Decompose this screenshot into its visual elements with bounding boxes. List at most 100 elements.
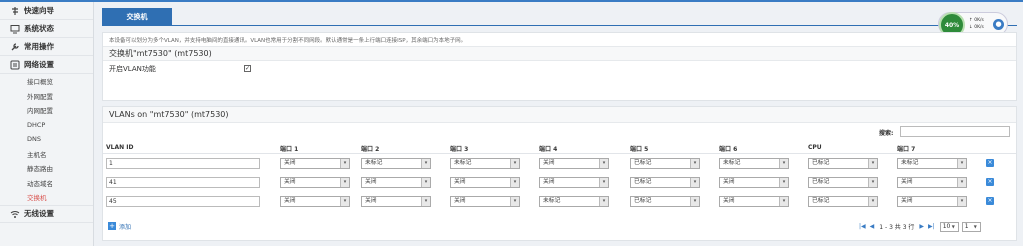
vlan-id-input[interactable]: 1 [106, 158, 260, 169]
monitor-icon [10, 24, 20, 34]
chevron-down-icon: ▾ [868, 178, 877, 187]
port-mode-select[interactable]: 未标记 ▾ [897, 158, 967, 169]
sidebar-section-label: 网络设置 [24, 60, 54, 69]
vlan-panel: VLANs on "mt7530" (mt7530) 搜索: VLAN ID 端口… [102, 106, 1017, 241]
port-mode-select[interactable]: 关闭 ▾ [897, 177, 967, 188]
sidebar-item[interactable]: 内网配置 [0, 103, 93, 118]
chevron-down-icon: ▾ [779, 178, 788, 187]
port-mode-select[interactable]: 关闭 ▾ [361, 196, 431, 207]
chevron-down-icon: ▾ [599, 159, 608, 168]
chevron-down-icon: ▾ [690, 159, 699, 168]
enable-vlan-label: 开启VLAN功能 [109, 65, 156, 73]
port-mode-select[interactable]: 未标记 ▾ [719, 158, 789, 169]
sidebar-item[interactable]: 静态路由 [0, 161, 93, 176]
column-header: 端口 7 [897, 146, 916, 153]
sidebar-section-label: 快速向导 [24, 6, 54, 15]
prev-page-icon[interactable]: ◀ [870, 223, 875, 230]
tab-underline [102, 25, 1017, 26]
chevron-down-icon: ▾ [779, 197, 788, 206]
tab-switch[interactable]: 交换机 [102, 8, 172, 25]
chevron-down-icon: ▾ [868, 197, 877, 206]
chevron-down-icon: ▾ [957, 159, 966, 168]
upload-speed: ↑ 0K/s [969, 18, 984, 23]
chevron-down-icon: ▾ [340, 178, 349, 187]
chevron-down-icon: ▾ [510, 159, 519, 168]
chevron-down-icon: ▾ [599, 197, 608, 206]
sidebar-item[interactable]: DNS [0, 132, 93, 147]
page-select[interactable]: 1 ▼ [961, 221, 981, 232]
sidebar-item[interactable]: 接口概览 [0, 74, 93, 89]
pagination: |◀ ◀ 1 - 3 共 3 行 ▶ ▶| 10 ▼ 1 ▼ [857, 221, 981, 232]
sidebar-item[interactable]: 主机名 [0, 147, 93, 162]
sidebar-section-system-status[interactable]: 系统状态 [0, 20, 93, 38]
vlan-id-input[interactable]: 45 [106, 196, 260, 207]
search-input[interactable] [900, 126, 1010, 137]
vlan-id-input[interactable]: 41 [106, 177, 260, 188]
globe-icon[interactable]: ● [993, 19, 1004, 30]
port-mode-select[interactable]: 未标记 ▾ [450, 158, 520, 169]
chevron-down-icon: ▾ [510, 197, 519, 206]
chevron-down-icon: ▾ [421, 159, 430, 168]
port-mode-select[interactable]: 已标记 ▾ [630, 158, 700, 169]
column-header: 端口 2 [361, 146, 380, 153]
sidebar-section-wireless[interactable]: 无线设置 [0, 204, 93, 223]
sidebar: 快速向导 系统状态 常用操作 网络设置 接口概览 外网配置 内网配置 DHCP DNS 主… [0, 2, 94, 246]
delete-row-icon[interactable]: × [986, 197, 994, 205]
next-page-icon[interactable]: ▶ [919, 223, 924, 230]
enable-vlan-checkbox[interactable]: ✓ [244, 65, 251, 72]
column-header: 端口 3 [450, 146, 469, 153]
switch-panel: 本设备可以划分为多个VLAN，并支持电脑间的直接通讯。VLAN也常用于分割不同网… [102, 32, 1017, 101]
page-size-select[interactable]: 10 ▼ [939, 221, 959, 232]
sidebar-section-quick-guide[interactable]: 快速向导 [0, 2, 93, 20]
port-mode-select[interactable]: 关闭 ▾ [539, 177, 609, 188]
switch-title: 交换机"mt7530" (mt7530) [103, 47, 1016, 61]
sidebar-section-label: 常用操作 [24, 42, 54, 51]
network-icon [10, 60, 20, 70]
port-mode-select[interactable]: 关闭 ▾ [280, 158, 350, 169]
port-mode-select[interactable]: 关闭 ▾ [280, 177, 350, 188]
sidebar-section-label: 无线设置 [24, 209, 54, 218]
chevron-down-icon: ▾ [510, 178, 519, 187]
switch-description: 本设备可以划分为多个VLAN，并支持电脑间的直接通讯。VLAN也常用于分割不同网… [103, 33, 1016, 47]
port-mode-select[interactable]: 关闭 ▾ [450, 177, 520, 188]
chevron-down-icon: ▾ [868, 159, 877, 168]
sidebar-section-common-ops[interactable]: 常用操作 [0, 38, 93, 56]
search-label: 搜索: [879, 130, 894, 137]
port-mode-select[interactable]: 已标记 ▾ [808, 158, 878, 169]
port-mode-select[interactable]: 关闭 ▾ [539, 158, 609, 169]
column-header: 端口 5 [630, 146, 649, 153]
port-mode-select[interactable]: 关闭 ▾ [361, 177, 431, 188]
sidebar-item[interactable]: 交换机 [0, 190, 93, 205]
sidebar-item[interactable]: 动态域名 [0, 176, 93, 191]
port-mode-select[interactable]: 已标记 ▾ [630, 196, 700, 207]
port-mode-select[interactable]: 已标记 ▾ [808, 177, 878, 188]
sidebar-item[interactable]: 外网配置 [0, 89, 93, 104]
port-mode-select[interactable]: 关闭 ▾ [450, 196, 520, 207]
column-header: 端口 6 [719, 146, 738, 153]
sidebar-item[interactable]: DHCP [0, 118, 93, 133]
port-mode-select[interactable]: 已标记 ▾ [630, 177, 700, 188]
port-mode-select[interactable]: 关闭 ▾ [897, 196, 967, 207]
wifi-icon [10, 209, 20, 219]
port-mode-select[interactable]: 已标记 ▾ [808, 196, 878, 207]
add-vlan-button[interactable]: + 添加 [108, 221, 131, 231]
port-mode-select[interactable]: 关闭 ▾ [280, 196, 350, 207]
port-mode-select[interactable]: 未标记 ▾ [361, 158, 431, 169]
top-accent-bar [0, 0, 1023, 2]
enable-vlan-row: 开启VLAN功能 ✓ [103, 61, 1016, 77]
port-mode-select[interactable]: 关闭 ▾ [719, 196, 789, 207]
chevron-down-icon: ▾ [690, 178, 699, 187]
delete-row-icon[interactable]: × [986, 159, 994, 167]
port-mode-select[interactable]: 关闭 ▾ [719, 177, 789, 188]
sidebar-section-label: 系统状态 [24, 24, 54, 33]
column-header: CPU [808, 144, 822, 151]
first-page-icon[interactable]: |◀ [859, 223, 866, 230]
sidebar-section-network[interactable]: 网络设置 [0, 56, 93, 74]
page-info: 1 - 3 共 3 行 [879, 224, 915, 231]
chevron-down-icon: ▾ [599, 178, 608, 187]
delete-row-icon[interactable]: × [986, 178, 994, 186]
port-mode-select[interactable]: 未标记 ▾ [539, 196, 609, 207]
last-page-icon[interactable]: ▶| [928, 223, 935, 230]
signpost-icon [10, 6, 20, 16]
wrench-icon [10, 42, 20, 52]
